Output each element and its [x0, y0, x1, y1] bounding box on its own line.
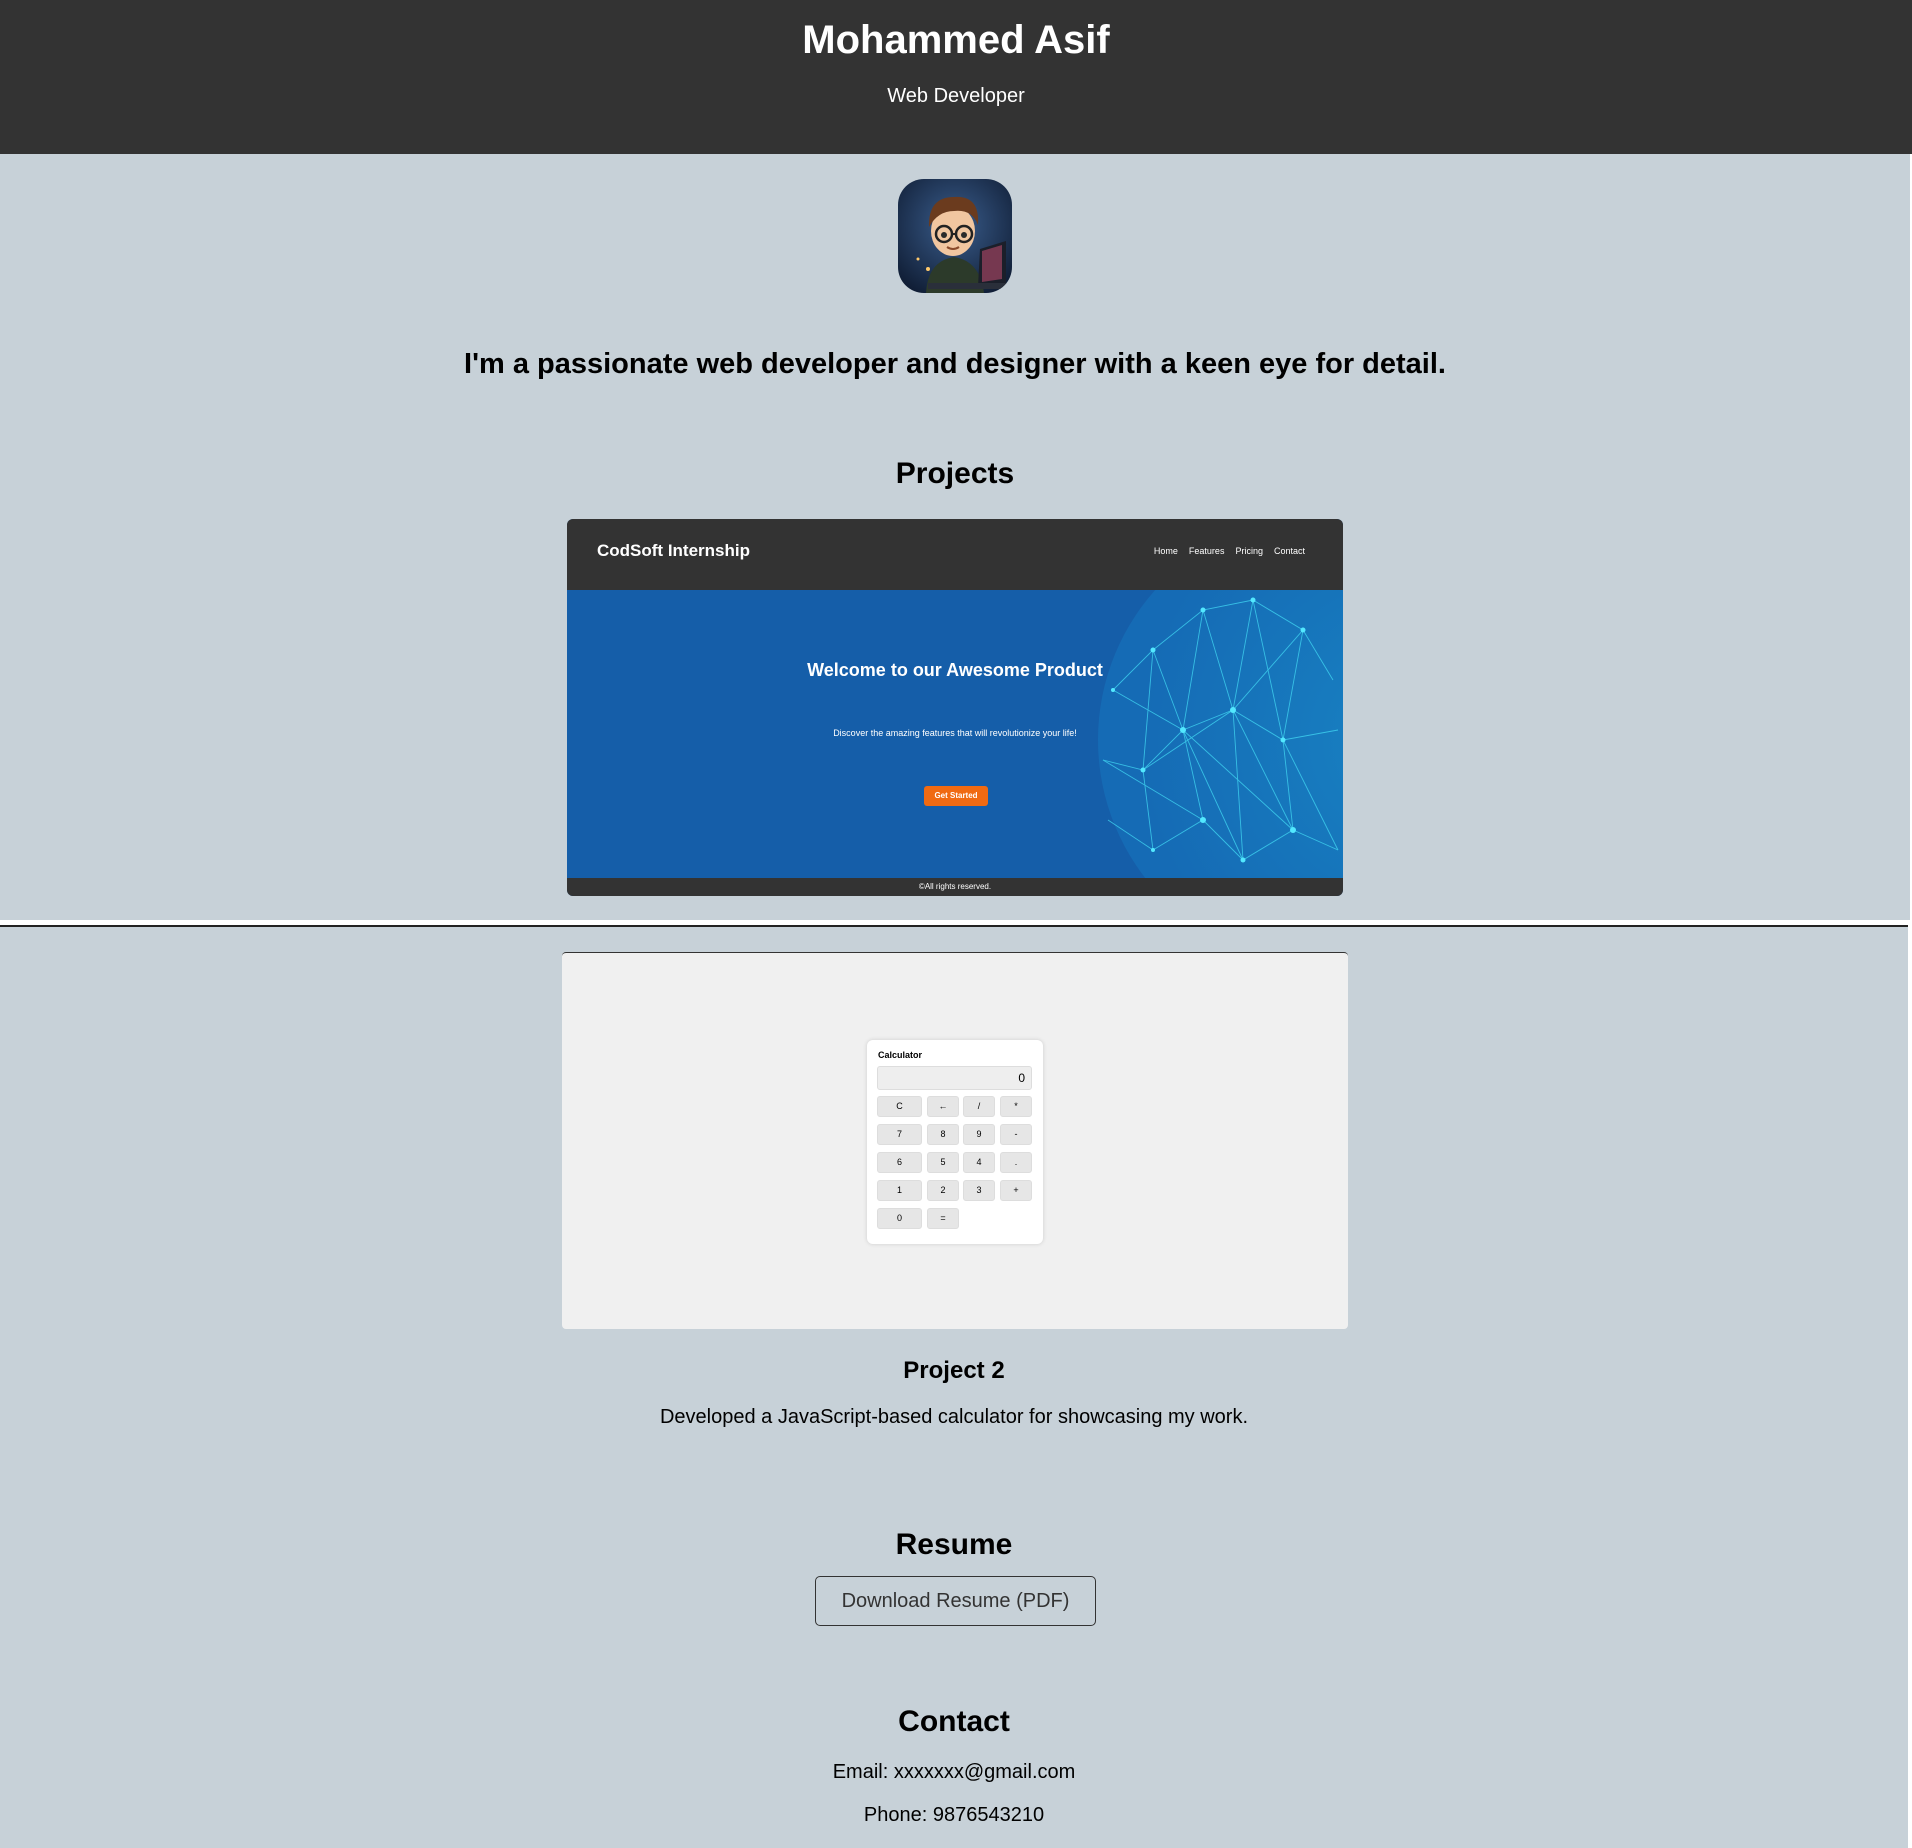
project-1-preview[interactable]: CodSoft Internship Home Features Pricing… — [567, 519, 1343, 896]
project-1-nav-links: Home Features Pricing Contact — [1154, 546, 1305, 556]
calc-key-decimal: . — [1000, 1152, 1032, 1173]
calc-key-2: 2 — [927, 1180, 959, 1201]
calculator-title: Calculator — [878, 1050, 923, 1060]
calc-key-1: 1 — [877, 1180, 922, 1201]
project-1-hero: Welcome to our Awesome Product Discover … — [567, 590, 1343, 878]
project-2-description: Developed a JavaScript-based calculator … — [659, 1406, 1249, 1428]
portfolio-page: Mohammed Asif Web Developer I'm a passio… — [0, 0, 1912, 1848]
project-1-nav-home: Home — [1153, 546, 1178, 556]
project-1-navbar: CodSoft Internship Home Features Pricing… — [567, 519, 1343, 590]
site-subtitle: Web Developer — [887, 85, 1025, 107]
calc-key-6: 6 — [877, 1152, 922, 1173]
calculator-widget: Calculator 0 C ← / * 7 8 9 - 6 5 4 . 1 2… — [867, 1040, 1043, 1244]
project-1-nav-pricing: Pricing — [1235, 546, 1263, 556]
calculator-display: 0 — [877, 1066, 1032, 1090]
resume-heading: Resume — [895, 1528, 1013, 1561]
calc-key-9: 9 — [963, 1124, 995, 1145]
avatar — [898, 179, 1012, 293]
calc-key-plus: + — [1000, 1180, 1032, 1201]
calc-key-4: 4 — [963, 1152, 995, 1173]
download-resume-button[interactable]: Download Resume (PDF) — [815, 1576, 1096, 1626]
site-header: Mohammed Asif Web Developer — [0, 0, 1912, 154]
project-2-resume-contact-section: Calculator 0 C ← / * 7 8 9 - 6 5 4 . 1 2… — [0, 925, 1908, 1848]
calc-key-8: 8 — [927, 1124, 959, 1145]
projects-heading: Projects — [895, 457, 1015, 490]
project-1-nav-features: Features — [1188, 546, 1225, 556]
contact-phone: Phone: 9876543210 — [863, 1804, 1045, 1826]
calc-key-7: 7 — [877, 1124, 922, 1145]
contact-heading: Contact — [898, 1705, 1010, 1738]
project-1-nav-contact: Contact — [1273, 546, 1305, 556]
about-projects-section: I'm a passionate web developer and desig… — [0, 154, 1910, 920]
project-1-footer: ©All rights reserved. — [567, 878, 1343, 896]
project-2-title: Project 2 — [903, 1357, 1005, 1384]
tagline: I'm a passionate web developer and desig… — [464, 348, 1446, 380]
calc-key-equals: = — [927, 1208, 959, 1229]
project-1-get-started-button: Get Started — [924, 786, 988, 806]
avatar-illustration — [898, 179, 1012, 293]
calc-key-clear: C — [877, 1096, 922, 1117]
calc-key-divide: / — [963, 1096, 995, 1117]
project-1-hero-title: Welcome to our Awesome Product — [807, 660, 1103, 680]
project-1-hero-description: Discover the amazing features that will … — [833, 728, 1077, 738]
calc-key-5: 5 — [927, 1152, 959, 1173]
calc-key-multiply: * — [1000, 1096, 1032, 1117]
contact-email: Email: xxxxxxx@gmail.com — [832, 1761, 1076, 1783]
site-title: Mohammed Asif — [802, 18, 1110, 62]
project-1-brand: CodSoft Internship — [597, 541, 750, 560]
calc-key-minus: - — [1000, 1124, 1032, 1145]
calc-key-3: 3 — [963, 1180, 995, 1201]
project-2-preview[interactable]: Calculator 0 C ← / * 7 8 9 - 6 5 4 . 1 2… — [562, 952, 1348, 1329]
calc-key-0: 0 — [877, 1208, 922, 1229]
calc-key-backspace: ← — [927, 1096, 959, 1117]
